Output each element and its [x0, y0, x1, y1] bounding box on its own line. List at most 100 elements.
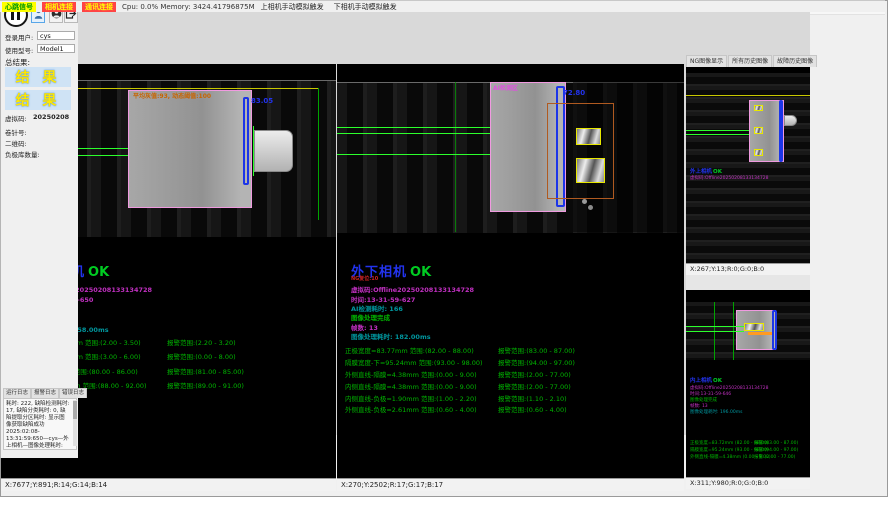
model-field[interactable]: Model1 [37, 44, 75, 53]
history-tabs: NG图像显示所有历史图像故障历史图像 [686, 55, 810, 67]
alarm-range: 报警范围:(2.20 - 3.20) [167, 337, 236, 347]
alarm-range: 报警范围:(2.00 - 77.00) [498, 381, 571, 391]
alarm-range: 报警范围:(83.00 - 87.00) [498, 345, 575, 355]
trigger-links: 上相机手动模拟触发下相机手动模拟触发 [261, 2, 397, 12]
coords-view2: X:311;Y:980;R:0;G:0;B:0 [686, 477, 810, 489]
measurement-value: 正极宽度=83.77mm 范围:(82.00 - 88.00) [345, 345, 474, 355]
tab-object [784, 115, 797, 126]
width-value-label: 72.80 [563, 89, 585, 97]
heartbeat-badge: 心跳信号 [2, 2, 36, 12]
history-view-column: NG图像显示所有历史图像故障历史图像 外上相机OK 虚拟码:Offline202… [686, 55, 810, 489]
history-view-top[interactable]: 外上相机OK 虚拟码:Offline20250208133134728 [686, 67, 810, 263]
view2-title: 内上相机OK [690, 376, 722, 384]
alarm-range: 报警:(94.00 - 97.00) [754, 447, 798, 453]
measure-line-h1 [337, 127, 490, 128]
gray-value-label: 平均灰值:93, 动态阈值:100 [133, 91, 211, 100]
alarm-range: 报警范围:(89.00 - 91.00) [167, 380, 244, 390]
log-output: 耗时: 222, 缺陷检测耗时: 17, 缺陷分类耗时: 0, 缺陷提取分区耗时… [3, 398, 77, 450]
comm-link-badge: 通讯连接 [82, 2, 116, 12]
defect-box-2 [754, 127, 763, 134]
line-h2 [686, 134, 749, 135]
measurement-row: 隔膜宽度=95.24mm (93.00 - 98.00) 报警:(94.00 -… [690, 447, 808, 454]
measurement-list: 正极宽度=83.77mm 范围:(82.00 - 88.00) 报警范围:(83… [345, 345, 681, 416]
measurement-value: 外侧直线-负极=2.61mm 范围:(0.60 - 4.00) [345, 404, 477, 414]
manual-trigger-link[interactable]: 上相机手动模拟触发 [261, 2, 324, 12]
alarm-range: 报警:(83.00 - 87.00) [754, 440, 798, 446]
log-tab[interactable]: 报警日志 [31, 388, 59, 398]
measure-line-h3 [337, 154, 490, 155]
defect-search-box [547, 103, 614, 199]
electrode-region [128, 90, 252, 208]
winder-pin-label: 卷针号: [5, 127, 27, 137]
measurement-value: 隔膜宽度-下=95.24mm 范围:(93.00 - 98.00) [345, 357, 483, 367]
camera-left-result: OK [88, 265, 109, 280]
camera-link-badge: 相机连接 [42, 2, 76, 12]
view2-elapsed: 图像处理耗时: 196.00ms [690, 409, 742, 415]
measure-line-h2 [337, 133, 490, 134]
defect-highlight [744, 323, 764, 331]
result-display-1: 结 果 [5, 67, 71, 87]
login-user-field[interactable]: cys [37, 31, 75, 40]
history-tab[interactable]: 所有历史图像 [728, 55, 772, 67]
defect-box-1 [754, 105, 763, 111]
defect-box-1 [576, 128, 601, 145]
measurement-row: 隔膜宽度-下=95.24mm 范围:(93.00 - 98.00) 报警范围:(… [345, 357, 681, 369]
login-user-label: 登录用户: [5, 32, 33, 42]
history-tab[interactable]: NG图像显示 [686, 55, 727, 67]
edge-line-v [455, 82, 456, 232]
virtual-code-label: 虚拟码: [5, 113, 27, 123]
history-view-bottom[interactable]: 内上相机OK 虚拟码:Offline20250208133134728 时间:1… [686, 290, 810, 477]
log-scrollbar[interactable] [73, 400, 77, 446]
process-elapsed: 图像处理耗时: 182.00ms [351, 331, 431, 341]
coords-view1: X:267;Y:13;R:0;G:0;B:0 [686, 263, 810, 275]
status-bar: 心跳信号 相机连接 通讯连接 Cpu: 0.0% Memory: 3424.41… [0, 0, 885, 12]
alarm-range: 报警范围:(94.00 - 97.00) [498, 357, 575, 367]
baseline-yellow [686, 95, 810, 96]
measurement-value: 内侧直线-隔膜=4.38mm 范围:(0.00 - 9.00) [345, 381, 477, 391]
process-done: 图像处理完成 [351, 312, 390, 322]
width-measure-box [243, 97, 249, 185]
app-window: CYS-视觉检测系统 系统配置相机配置通讯配置助手配置 ▾光源控制配置 ▾查看 … [0, 0, 888, 522]
measurement-row: 外侧直线-负极=2.61mm 范围:(0.60 - 4.00) 报警范围:(0.… [345, 404, 681, 416]
alarm-range: 报警范围:(0.60 - 4.00) [498, 404, 567, 414]
alarm-range: 报警范围:(0.00 - 8.00) [167, 351, 236, 361]
defect-box-2 [576, 158, 605, 183]
edge-line-right [318, 88, 319, 220]
measure-box [779, 100, 783, 162]
width-value-label: 83.05 [251, 97, 273, 105]
bolt-dot-2 [588, 205, 593, 210]
camera-mid-result: OK [410, 265, 431, 280]
measurement-row: 内侧直线-负极=1.90mm 范围:(1.00 - 2.20) 报警范围:(1.… [345, 393, 681, 405]
measurement-value: 外侧直线-隔膜=4.38mm 范围:(0.00 - 9.00) [345, 369, 477, 379]
measurement-value: 内侧直线-负极=1.90mm 范围:(1.00 - 2.20) [345, 393, 477, 403]
log-tab[interactable]: 运行日志 [3, 388, 31, 398]
history-tab[interactable]: 故障历史图像 [773, 55, 817, 67]
alarm-range: 报警:(2.00 - 77.00) [754, 454, 795, 460]
view2-result: OK [713, 378, 722, 384]
alarm-range: 报警范围:(1.10 - 2.10) [498, 393, 567, 403]
measurement-row: 外侧直线-隔膜=4.38mm 范围:(0.00 - 9.00) 报警范围:(2.… [345, 369, 681, 381]
view2-camera-name: 内上相机 [690, 378, 712, 384]
log-tabs: 运行日志报警日志错误日志 [3, 388, 87, 398]
defect-streak [748, 332, 772, 335]
manual-trigger-link[interactable]: 下相机手动模拟触发 [334, 2, 397, 12]
coords-mid: X:270;Y:2502;R:17;G:17;B:17 [337, 478, 684, 491]
line-h1 [686, 130, 749, 131]
tab-object [254, 130, 293, 172]
measurement-row: 外侧直线-隔膜=4.38mm (0.00 - 9.00) 报警:(2.00 - … [690, 454, 808, 461]
result-display-2: 结 果 [5, 90, 71, 110]
measurement-row: 正极宽度=83.77mm 范围:(82.00 - 88.00) 报警范围:(83… [345, 345, 681, 357]
anode-count-label: 负极库数量: [5, 149, 40, 159]
model-label: 使用型号: [5, 45, 33, 55]
camera-mid-canvas[interactable]: AI检测区 72.80 外下相机OK NG复位:10 虚拟码:Offline20… [337, 64, 684, 478]
alarm-range: 报警范围:(2.00 - 77.00) [498, 369, 571, 379]
scrollbar-thumb[interactable] [73, 401, 77, 419]
measure-box [772, 310, 777, 350]
ai-region-label: AI检测区 [493, 83, 518, 92]
qr-code-label: 二维码: [5, 138, 27, 148]
log-tab[interactable]: 错误日志 [59, 388, 87, 398]
view1-title: 外上相机OK [690, 167, 722, 175]
defect-box-3 [754, 149, 763, 156]
view2-measurements: 正极宽度=83.72mm (82.00 - 88.00) 报警:(83.00 -… [690, 440, 808, 461]
view-gap [686, 275, 810, 290]
